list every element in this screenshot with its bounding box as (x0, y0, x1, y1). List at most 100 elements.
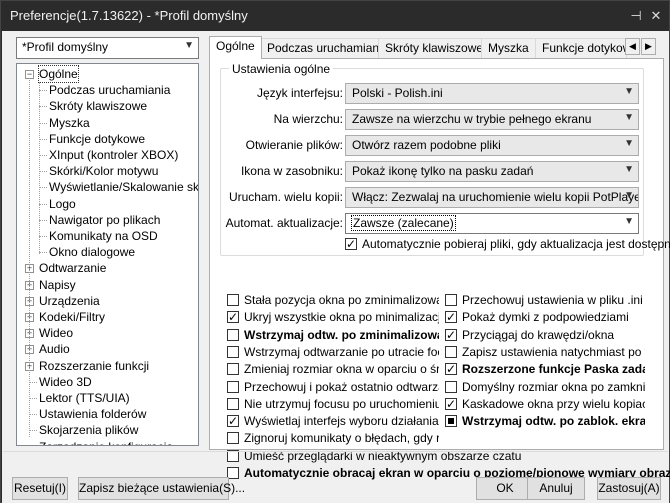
tree-connector (29, 414, 37, 416)
group-title: Ustawienia ogólne (229, 62, 334, 76)
tree-connector (39, 187, 47, 189)
option-checkbox[interactable]: Wstrzymaj odtwarzanie po utracie focusu (227, 344, 439, 360)
option-checkbox[interactable]: Nie utrzymuj focusu po uruchomieniu z ..… (227, 396, 439, 412)
option-checkbox[interactable]: Kaskadowe okna przy wielu kopiach (445, 396, 645, 412)
option-checkbox[interactable]: Wstrzymaj odtw. po zminimalizowaniu (227, 327, 439, 343)
checkbox-unchecked-icon (227, 432, 239, 445)
setting-label: Otwieranie plików: (245, 138, 343, 152)
setting-dropdown[interactable]: Otwórz razem podobne pliki ▼ (345, 135, 639, 156)
option-checkbox[interactable]: Przyciągaj do krawędzi/okna (445, 327, 645, 343)
tab-3[interactable]: Myszka (481, 38, 536, 58)
checkbox-unchecked-icon (445, 380, 457, 393)
tab-2[interactable]: Skróty klawiszowe (378, 38, 491, 58)
option-checkbox[interactable]: Wstrzymaj odtw. po zablok. ekranu (445, 413, 645, 429)
option-checkbox[interactable]: Ukryj wszystkie okna po minimalizacji (227, 309, 439, 325)
setting-dropdown-value: Polski - Polish.ini (352, 86, 443, 100)
option-checkbox[interactable]: Wyświetlaj interfejs wyboru działania pr… (227, 413, 439, 429)
tree-item-label: Urządzenia (39, 293, 100, 308)
ok-button[interactable]: OK (476, 477, 534, 500)
close-icon[interactable]: ✕ (646, 6, 666, 26)
apply-button[interactable]: Zastosuj(A) (597, 477, 661, 500)
option-checkbox[interactable]: Pokaż dymki z podpowiedziami (445, 309, 645, 325)
setting-label: Język interfejsu: (256, 86, 343, 100)
option-checkbox[interactable]: Zapisz ustawienia natychmiast po w... (445, 344, 645, 360)
tree-item-label: Myszka (49, 115, 90, 130)
checkbox-label: Zapisz ustawienia natychmiast po w... (462, 344, 645, 359)
checkbox-label: Przyciągaj do krawędzi/okna (462, 327, 615, 342)
checkbox-label: Wstrzymaj odtw. po zminimalizowaniu (244, 327, 439, 342)
checkbox-checked-icon (445, 327, 457, 343)
checkbox-label: Wstrzymaj odtwarzanie po utracie focusu (244, 344, 439, 359)
setting-dropdown[interactable]: Polski - Polish.ini ▼ (345, 83, 639, 104)
chevron-down-icon: ▼ (624, 86, 634, 97)
setting-dropdown[interactable]: Zawsze na wierzchu w trybie pełnego ekra… (345, 109, 639, 130)
option-checkbox[interactable]: Domyślny rozmiar okna po zamknię... (445, 379, 645, 395)
chevron-down-icon: ▼ (624, 216, 634, 227)
footer-divider (3, 451, 668, 452)
tree-item-label: Wideo (39, 326, 74, 341)
checkbox-label: Automatycznie pobieraj pliki, gdy aktual… (362, 237, 670, 251)
tab-scroll-right-icon[interactable]: ▶ (641, 38, 656, 55)
setting-dropdown[interactable]: Włącz: Zezwalaj na uruchomienie wielu ko… (345, 187, 639, 208)
checkbox-checked-icon (227, 413, 239, 429)
tree-connector (39, 203, 47, 205)
settings-tree[interactable]: − Ogólne Podczas uruchamiania Skróty klawis… (16, 63, 199, 446)
checkbox-checked-icon (445, 361, 457, 377)
checkbox-unchecked-icon (445, 294, 457, 306)
checkbox-label: Pokaż dymki z podpowiedziami (462, 310, 629, 325)
checkbox-label: Kaskadowe okna przy wielu kopiach (462, 396, 645, 411)
tab-panel-general: Ustawienia ogólne Język interfejsu: Polsk… (209, 58, 670, 480)
tree-item-label: Skojarzenia plików (39, 423, 139, 438)
reset-button[interactable]: Resetuj(I) (12, 477, 68, 500)
checkbox-checked-icon (445, 309, 457, 325)
tree-connector (39, 82, 40, 254)
tab-1[interactable]: Podczas uruchamiania (260, 38, 396, 58)
pin-icon[interactable]: ⊣ (626, 6, 646, 26)
chevron-down-icon: ▼ (624, 164, 634, 175)
chevron-down-icon: ▼ (624, 138, 634, 149)
tree-connector (39, 236, 47, 237)
tree-connector (39, 138, 47, 140)
setting-label: Automat. aktualizacje: (225, 216, 343, 230)
setting-dropdown[interactable]: Pokaż ikonę tylko na pasku zadań ▼ (345, 161, 639, 182)
checkbox-label: Przechowuj ustawienia w pliku .ini (462, 293, 643, 307)
tree-item-label: Kodeki/Filtry (39, 310, 106, 324)
tree-item-label: Nawigator po plikach (49, 212, 161, 227)
tab-4[interactable]: Funkcje dotykowe (535, 38, 627, 58)
checkbox-checked-icon (227, 309, 239, 325)
tree-item-label: Funkcje dotykowe (49, 131, 146, 146)
save-current-settings-button[interactable]: Zapisz bieżące ustawienia(S)... (78, 477, 245, 500)
option-checkbox[interactable]: Zignoruj komunikaty o błędach, gdy roz..… (227, 430, 439, 446)
setting-label: Ikona w zasobniku: (240, 164, 343, 178)
option-checkbox[interactable]: Zmieniaj rozmiar okna w oparciu o środek (227, 361, 439, 377)
tree-connector (29, 381, 37, 383)
option-checkbox[interactable]: Rozszerzone funkcje Paska zadań (445, 361, 645, 377)
option-checkbox[interactable]: Przechowuj ustawienia w pliku .ini (445, 292, 645, 308)
tab-scroll-left-icon[interactable]: ◀ (625, 38, 640, 55)
tree-item-label: Podczas uruchamiania (49, 83, 171, 98)
checkbox-label: Rozszerzone funkcje Paska zadań (462, 362, 645, 377)
checkbox-unchecked-icon (227, 363, 239, 376)
tree-connector (39, 171, 47, 173)
tab-0[interactable]: Ogólne (209, 36, 262, 59)
option-checkbox[interactable]: Przechowuj i pokaż ostatnio odtwarzane .… (227, 379, 439, 395)
checkbox-label: Nie utrzymuj focusu po uruchomieniu z ..… (244, 396, 439, 411)
tree-connector (39, 90, 47, 92)
checkbox-unchecked-icon (227, 328, 239, 341)
tree-connector (39, 155, 47, 156)
setting-dropdown[interactable]: Zawsze (zalecane) ▼ (345, 213, 639, 234)
title-bar[interactable]: Preferencje(1.7.13622) - *Profil domyśln… (1, 1, 669, 31)
checkbox-checked-icon (345, 236, 357, 252)
setting-dropdown-value: Otwórz razem podobne pliki (352, 138, 501, 152)
tree-item-label: Ustawienia folderów (39, 407, 147, 422)
option-checkbox[interactable]: Stała pozycja okna po zminimalizowaniu (227, 292, 439, 308)
profile-select[interactable]: *Profil domyślny ▼ (16, 37, 199, 59)
general-settings-group: Ustawienia ogólne Język interfejsu: Polsk… (220, 62, 670, 256)
tree-item-label: XInput (kontroler XBOX) (49, 148, 179, 162)
setting-dropdown-value: Pokaż ikonę tylko na pasku zadań (352, 164, 534, 178)
tree-item-label: Wideo 3D (39, 374, 92, 389)
tree-connector (39, 219, 47, 221)
preferences-window: Preferencje(1.7.13622) - *Profil domyśln… (0, 0, 670, 503)
dialog-client: *Profil domyślny ▼ − Ogólne Podczas urucha… (2, 31, 670, 503)
cancel-button[interactable]: Anuluj (527, 477, 585, 500)
